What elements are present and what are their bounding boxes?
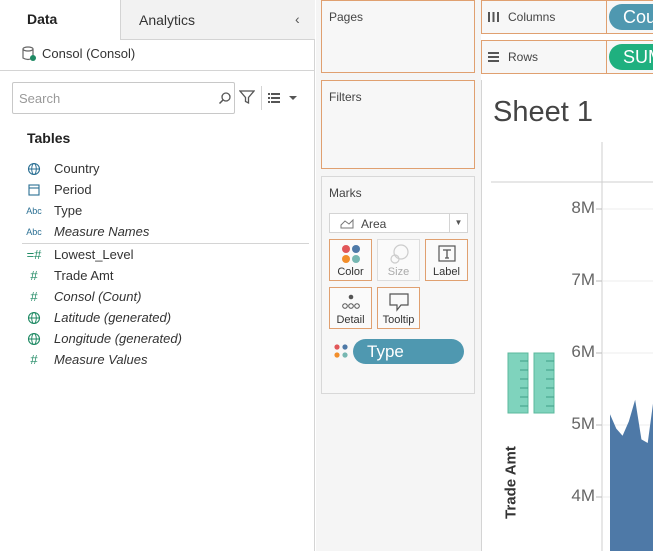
y-axis-title: Trade Amt <box>496 440 526 530</box>
field-label: Measure Values <box>54 352 148 367</box>
abc-icon: Abc <box>26 206 42 216</box>
divider <box>0 70 315 71</box>
field-label: Lowest_Level <box>54 247 134 262</box>
columns-shelf[interactable]: Columns Cou <box>481 0 653 34</box>
field-label: Period <box>54 182 92 197</box>
globe-icon <box>27 162 41 176</box>
size-button[interactable]: Size <box>377 239 420 281</box>
field-item[interactable]: Abc Measure Names <box>22 223 312 243</box>
color-dots-icon <box>334 344 348 358</box>
field-item[interactable]: Longitude (generated) <box>22 330 312 350</box>
globe-icon <box>27 332 41 346</box>
tooltip-icon <box>389 293 409 312</box>
color-button[interactable]: Color <box>329 239 372 281</box>
shelf-separator <box>606 41 607 73</box>
y-axis-title-text: Trade Amt <box>502 446 520 519</box>
columns-icon <box>488 12 499 22</box>
data-pane: Data Analytics ‹ Consol (Consol) Search … <box>0 0 315 551</box>
label-button-label: Label <box>433 266 460 278</box>
pane-tabs: Data Analytics ‹ <box>0 0 315 40</box>
y-tick-label: 5M <box>571 414 595 433</box>
search-icon[interactable] <box>218 91 232 105</box>
field-label: Latitude (generated) <box>54 310 172 325</box>
abc-icon: Abc <box>26 227 42 237</box>
field-item[interactable]: # Consol (Count) <box>22 288 312 308</box>
axis-ruler-marker <box>533 352 555 414</box>
columns-pill[interactable]: Cou <box>609 4 653 30</box>
y-tick-label: 6M <box>571 342 595 361</box>
y-tick-label: 8M <box>571 198 595 217</box>
filters-card-title: Filters <box>329 90 362 104</box>
size-icon <box>390 244 409 264</box>
label-button[interactable]: Label <box>425 239 468 281</box>
color-icon <box>342 245 360 263</box>
area-chart-icon <box>340 218 354 229</box>
tables-header: Tables <box>27 130 71 146</box>
globe-icon <box>27 311 41 325</box>
tab-data[interactable]: Data <box>0 0 121 40</box>
field-label: Trade Amt <box>54 268 114 283</box>
rows-shelf-label: Rows <box>508 50 539 64</box>
view-options-icon[interactable] <box>268 90 298 106</box>
field-label: Consol (Count) <box>54 289 142 304</box>
hash-icon: =# <box>26 247 42 262</box>
toolbar-separator <box>261 86 262 110</box>
text-label-icon <box>438 245 456 262</box>
search-box <box>12 82 235 114</box>
rows-shelf[interactable]: Rows SUM <box>481 40 653 74</box>
axis-ruler-marker <box>507 352 529 414</box>
rows-pill[interactable]: SUM <box>609 44 653 70</box>
filters-card[interactable]: Filters <box>321 80 475 169</box>
sheet-view[interactable]: Sheet 1 8M 7M 6M 5M 4M Trade Amt <box>481 80 653 551</box>
mark-type-dropdown[interactable]: Area ▼ <box>329 213 468 233</box>
columns-shelf-label: Columns <box>508 10 556 24</box>
shelf-separator <box>606 1 607 33</box>
field-item[interactable]: Country <box>22 160 312 180</box>
field-label: Measure Names <box>54 224 150 239</box>
hash-icon: # <box>30 268 38 283</box>
field-item[interactable]: Abc Type <box>22 202 312 222</box>
marks-card-title: Marks <box>329 186 362 200</box>
calendar-icon <box>28 184 40 196</box>
field-item[interactable]: Period <box>22 181 312 201</box>
size-button-label: Size <box>387 266 410 278</box>
y-tick-label: 4M <box>571 486 595 505</box>
tab-analytics[interactable]: Analytics <box>121 0 315 40</box>
type-color-pill[interactable]: Type <box>353 339 464 364</box>
search-input[interactable] <box>19 90 209 106</box>
chevron-down-icon: ▼ <box>449 214 467 232</box>
field-item[interactable]: Latitude (generated) <box>22 309 312 329</box>
area-series <box>610 399 653 551</box>
hash-icon: # <box>30 289 38 304</box>
database-icon <box>22 46 36 61</box>
detail-button[interactable]: Detail <box>329 287 372 329</box>
tooltip-button-label: Tooltip <box>382 314 415 326</box>
detail-button-label: Detail <box>336 314 365 326</box>
mark-type-label: Area <box>361 217 387 231</box>
hash-icon: # <box>30 352 38 367</box>
field-label: Type <box>54 203 83 218</box>
y-tick-label: 7M <box>571 270 595 289</box>
tableau-workspace: Data Analytics ‹ Consol (Consol) Search … <box>0 0 653 551</box>
detail-icon <box>342 294 360 309</box>
field-item[interactable]: =# Lowest_Level <box>22 246 312 266</box>
field-label: Country <box>54 161 100 176</box>
datasource-label: Consol (Consol) <box>42 46 136 61</box>
filter-icon[interactable] <box>239 89 255 105</box>
rows-icon <box>488 52 499 62</box>
field-item[interactable]: # Measure Values <box>22 351 312 371</box>
chevron-left-icon[interactable]: ‹ <box>295 11 300 27</box>
field-item[interactable]: # Trade Amt <box>22 267 312 287</box>
color-button-label: Color <box>337 266 364 278</box>
pages-card-title: Pages <box>329 10 364 24</box>
tooltip-button[interactable]: Tooltip <box>377 287 420 329</box>
field-label: Longitude (generated) <box>54 331 182 346</box>
dimension-measure-divider <box>22 243 309 244</box>
pages-card[interactable]: Pages <box>321 0 475 73</box>
